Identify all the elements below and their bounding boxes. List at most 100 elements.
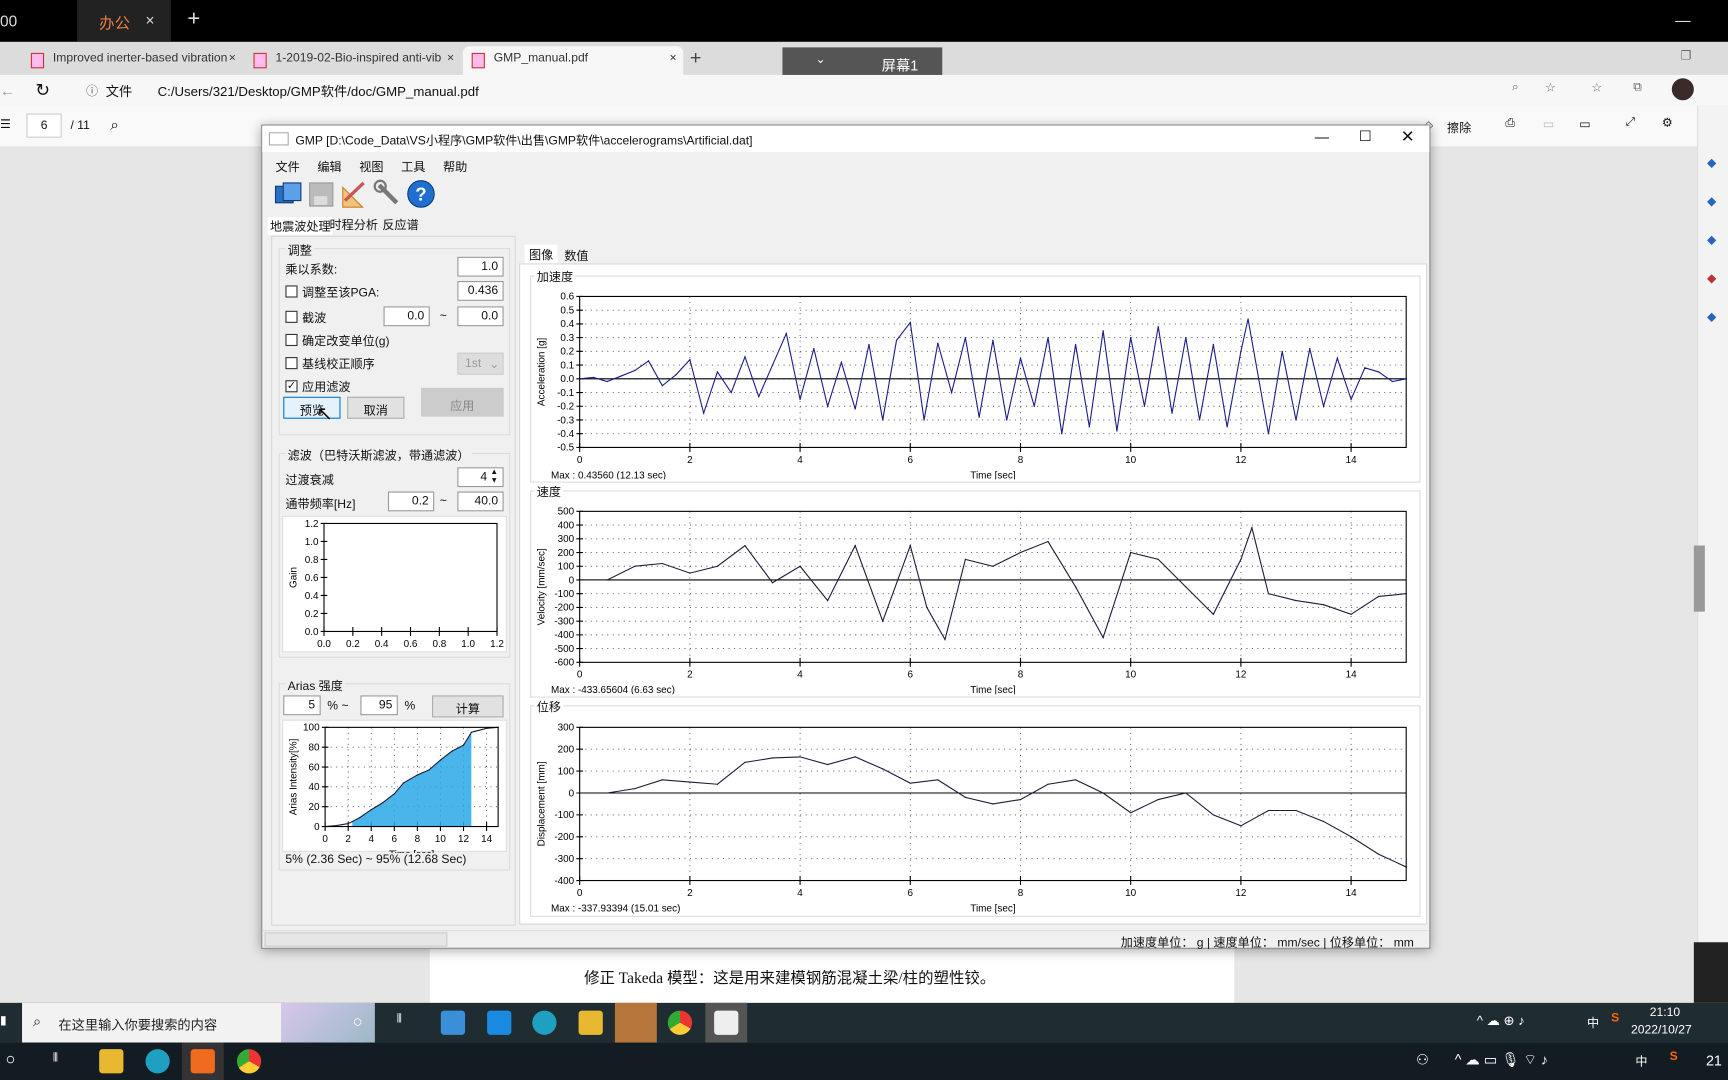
tab-response-spectrum[interactable]: 反应谱	[382, 216, 418, 234]
browser-tab-active[interactable]: GMP_manual.pdf ×	[462, 46, 684, 75]
baseline-checkbox[interactable]	[285, 357, 298, 370]
tray-icons[interactable]: ^ ☁ ▭ 🎙 ⌔ ♪	[1455, 1051, 1548, 1069]
file-explorer-icon[interactable]	[578, 1010, 603, 1035]
collections-icon[interactable]: ⧉	[1633, 80, 1642, 94]
sidebar-icon[interactable]: ◆	[1707, 194, 1716, 208]
save-as-icon[interactable]: ▭	[1579, 117, 1590, 131]
windows-start-icon[interactable]: ▮	[0, 1013, 7, 1027]
open-icon[interactable]	[273, 179, 304, 210]
menu-tools[interactable]: 工具	[401, 154, 436, 176]
minimize-icon[interactable]: —	[1675, 11, 1690, 29]
task-view-icon[interactable]: ⫴	[397, 1013, 402, 1027]
close-icon[interactable]: ×	[145, 11, 154, 29]
menu-edit[interactable]: 编辑	[317, 154, 352, 176]
tab-time-history[interactable]: 时程分析	[330, 216, 378, 234]
task-view-icon[interactable]: ⫴	[53, 1051, 58, 1065]
tab-image[interactable]: 图像	[524, 244, 558, 265]
minimize-icon[interactable]: —	[1315, 129, 1329, 146]
store-icon[interactable]	[440, 1010, 466, 1035]
maximize-icon[interactable]: ☐	[1359, 128, 1372, 146]
clock-time[interactable]: 21	[1706, 1052, 1722, 1069]
wrench-icon[interactable]	[372, 179, 403, 210]
stepper-arrows-icon[interactable]: ▲ ▼	[490, 468, 498, 486]
chrome-icon[interactable]	[667, 1010, 693, 1035]
chrome-icon[interactable]	[236, 1049, 262, 1074]
print-icon[interactable]: ⎙	[1505, 117, 1515, 131]
erase-button[interactable]: 擦除	[1447, 119, 1471, 137]
close-icon[interactable]: ×	[447, 52, 454, 65]
drafting-icon[interactable]	[339, 179, 370, 210]
search-icon[interactable]: ⌕	[110, 116, 119, 135]
sogou-icon[interactable]: S	[1611, 1012, 1619, 1025]
menu-view[interactable]: 视图	[359, 154, 394, 176]
trim-checkbox[interactable]	[285, 310, 298, 323]
chevron-down-icon[interactable]: ⌄	[816, 52, 826, 66]
new-tab-button[interactable]: +	[690, 46, 702, 69]
band-low-input[interactable]: 0.2	[387, 491, 435, 512]
sogou-icon[interactable]: S	[1670, 1050, 1678, 1063]
edge-icon[interactable]	[532, 1010, 557, 1035]
favorites-icon[interactable]: ☆	[1591, 80, 1602, 95]
tab-office[interactable]: 办公 ×	[77, 0, 171, 42]
calculate-button[interactable]: 计算	[431, 695, 504, 718]
cortana-icon[interactable]: ○	[353, 1013, 363, 1032]
band-high-input[interactable]: 40.0	[457, 491, 504, 512]
save-icon[interactable]	[306, 179, 337, 210]
zoom-icon[interactable]: ⌕	[1512, 80, 1519, 94]
apply-button[interactable]: 应用	[420, 387, 504, 417]
browser-tab[interactable]: Improved inerter-based vibration ×	[22, 46, 242, 75]
search-box[interactable]: ⌕ 在这里输入你要搜索的内容	[22, 1002, 375, 1043]
url-input[interactable]: C:/Users/321/Desktop/GMP软件/doc/GMP_manua…	[158, 82, 479, 101]
trim-to-input[interactable]: 0.0	[457, 306, 504, 327]
avatar[interactable]	[1671, 78, 1694, 101]
unit-checkbox[interactable]	[285, 333, 298, 347]
page-number-input[interactable]: 6	[26, 113, 62, 138]
fullscreen-icon[interactable]: ⤢	[1626, 116, 1636, 130]
save-icon[interactable]: ▭	[1543, 117, 1554, 131]
close-icon[interactable]: ×	[670, 52, 677, 65]
contents-icon[interactable]: ☰	[0, 117, 11, 131]
menu-file[interactable]: 文件	[276, 154, 311, 176]
mail-icon[interactable]	[487, 1010, 512, 1035]
screen-share-bar[interactable]: ⌄ 屏幕1	[782, 47, 943, 77]
restore-icon[interactable]: ❐	[1681, 48, 1692, 63]
app-icon[interactable]	[614, 1002, 657, 1043]
sidebar-icon[interactable]: ◆	[1707, 155, 1716, 169]
tray-icons[interactable]: ^ ☁ ⊕ ♪	[1477, 1013, 1525, 1028]
sidebar-icon[interactable]: ◆	[1707, 310, 1716, 324]
filter-checkbox[interactable]: ✓	[285, 380, 298, 393]
cortana-icon[interactable]: ○	[6, 1050, 16, 1069]
edge-icon[interactable]	[145, 1049, 170, 1074]
menu-help[interactable]: 帮助	[443, 154, 478, 176]
ime-indicator[interactable]: 中	[1635, 1052, 1647, 1070]
clock-date[interactable]: 2022/10/27	[1631, 1024, 1692, 1037]
baseline-select[interactable]: 1st ⌄	[457, 352, 504, 375]
arias-from-input[interactable]: 5	[283, 695, 321, 716]
trim-from-input[interactable]: 0.0	[383, 306, 430, 327]
close-icon[interactable]: ×	[229, 52, 236, 65]
tab-left-label[interactable]: 00	[0, 12, 17, 30]
cancel-button[interactable]: 取消	[347, 396, 405, 419]
pga-input[interactable]: 0.436	[457, 281, 504, 301]
app-button[interactable]	[181, 1042, 224, 1080]
people-icon[interactable]: ⚇	[1416, 1051, 1429, 1069]
file-explorer-icon[interactable]	[99, 1049, 124, 1074]
tab-values[interactable]: 数值	[564, 247, 588, 265]
tab-seismic-processing[interactable]: 地震波处理	[267, 217, 333, 235]
browser-tab[interactable]: 1-2019-02-Bio-inspired anti-vib ×	[245, 46, 461, 75]
new-tab-button[interactable]: +	[187, 7, 200, 32]
multiply-input[interactable]: 1.0	[457, 256, 504, 277]
help-icon[interactable]: ?	[406, 179, 437, 210]
pga-checkbox[interactable]	[285, 285, 298, 298]
floating-widget[interactable]	[1693, 942, 1728, 1003]
favorite-icon[interactable]: ☆	[1545, 80, 1556, 95]
back-icon[interactable]: ←	[0, 82, 15, 100]
refresh-icon[interactable]: ↻	[35, 79, 50, 101]
close-icon[interactable]: ✕	[1401, 127, 1415, 147]
sidebar-icon[interactable]: ◆	[1707, 271, 1716, 285]
arias-to-input[interactable]: 95	[360, 695, 398, 716]
scrollbar-thumb[interactable]	[1693, 545, 1705, 612]
search-input[interactable]: 在这里输入你要搜索的内容	[58, 1015, 217, 1034]
sidebar-icon[interactable]: ◆	[1707, 233, 1716, 247]
settings-icon[interactable]: ⚙	[1662, 116, 1673, 130]
